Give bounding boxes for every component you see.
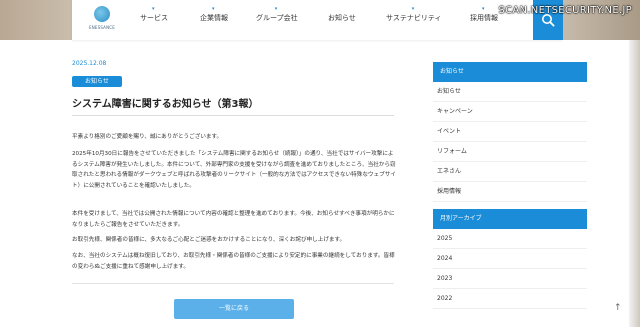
- chevron-down-icon: ▾: [482, 6, 485, 12]
- site-header: ENESSANCE ▾ サービス ▾ 企業情報 ▾ グループ会社 お知らせ ▾ サステナ…: [72, 0, 562, 40]
- nav-item-services[interactable]: ▾ サービス: [140, 6, 168, 23]
- watermark-text: SCAN.NETSECURITY.NE.JP: [498, 5, 632, 16]
- chevron-down-icon: ▾: [152, 6, 155, 12]
- nav-item-news[interactable]: お知らせ: [328, 13, 356, 23]
- nav-item-company[interactable]: ▾ 企業情報: [200, 6, 228, 23]
- article-date: 2025.12.08: [72, 60, 107, 67]
- body-divider: [72, 283, 394, 284]
- nav-item-group[interactable]: ▾ グループ会社: [256, 6, 298, 23]
- sidebar-item-recruit[interactable]: 採用情報: [433, 182, 587, 202]
- archive-item-2023[interactable]: 2023: [433, 269, 587, 289]
- archive-item-2024[interactable]: 2024: [433, 249, 587, 269]
- sidebar-item-event[interactable]: イベント: [433, 122, 587, 142]
- article-paragraph: 本件を受けまして、当社では公開された情報について内容の確認と整理を進めております…: [72, 211, 395, 228]
- archive-item-2022[interactable]: 2022: [433, 289, 587, 309]
- nav-item-sustainability[interactable]: ▾ サステナビリティ: [386, 6, 441, 23]
- sidebar-item-campaign[interactable]: キャンペーン: [433, 102, 587, 122]
- sidebar-news-heading: お知らせ: [433, 62, 587, 82]
- sidebar-item-enesan[interactable]: エネさん: [433, 162, 587, 182]
- title-divider: [72, 115, 394, 116]
- sidebar-item-news[interactable]: お知らせ: [433, 82, 587, 102]
- page-edge-background: [629, 40, 640, 327]
- sidebar-archive-heading: 月別アーカイブ: [433, 209, 587, 229]
- global-nav: ▾ サービス ▾ 企業情報 ▾ グループ会社 お知らせ ▾ サステナビリティ ▾ 採用情報: [72, 0, 562, 36]
- sidebar-item-reform[interactable]: リフォーム: [433, 142, 587, 162]
- article-title: システム障害に関するお知らせ（第3報）: [72, 99, 259, 110]
- chevron-down-icon: ▾: [274, 6, 278, 12]
- article-paragraph: お取引先様、関係者の皆様に、多大なるご心配とご迷惑をおかけすることになり、深くお…: [72, 237, 346, 243]
- chevron-down-icon: ▾: [411, 6, 415, 12]
- article-paragraph: 2025年10月30日に報告をさせていただきました「システム障害に関するお知らせ…: [72, 151, 396, 189]
- nav-item-recruit[interactable]: ▾ 採用情報: [470, 6, 498, 23]
- chevron-down-icon: ▾: [212, 6, 215, 12]
- back-to-list-button[interactable]: 一覧に戻る: [174, 299, 294, 319]
- archive-item-2025[interactable]: 2025: [433, 229, 587, 249]
- page-top-arrow-icon[interactable]: ↑: [614, 303, 622, 313]
- article-paragraph: 平素より格別のご愛顧を賜り、誠にありがとうございます。: [72, 134, 223, 140]
- sidebar: お知らせ お知らせ キャンペーン イベント リフォーム エネさん 採用情報 月別…: [433, 62, 587, 309]
- category-badge[interactable]: お知らせ: [72, 76, 122, 87]
- article-paragraph: なお、当社のシステムは概ね復旧しており、お取引先様・関係者の皆様のご支援により安…: [72, 253, 395, 270]
